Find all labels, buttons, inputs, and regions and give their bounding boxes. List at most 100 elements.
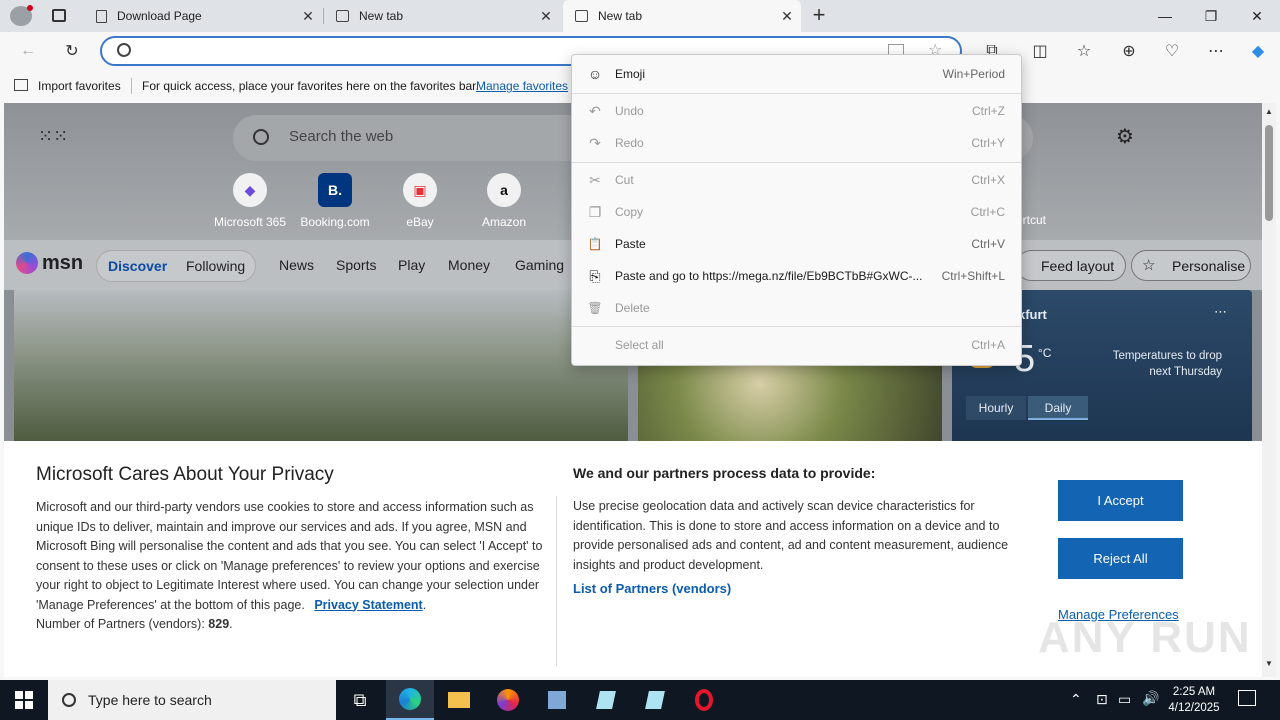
- notification-center-icon[interactable]: [1238, 690, 1256, 706]
- tab-close-icon[interactable]: ✕: [773, 8, 801, 25]
- nav-money[interactable]: Money: [448, 257, 490, 273]
- back-icon[interactable]: ←: [14, 38, 42, 64]
- menu-item-shortcut: Ctrl+C: [970, 205, 1005, 219]
- tab-download-page[interactable]: Download Page ✕: [84, 0, 322, 32]
- tab-actions-icon[interactable]: [52, 9, 66, 22]
- page-icon: [96, 9, 107, 23]
- anyrun-watermark: ANY RUN: [1038, 613, 1252, 662]
- menu-item-copy[interactable]: ❐ Copy Ctrl+C: [572, 197, 1021, 227]
- tab-close-icon[interactable]: ✕: [294, 8, 322, 25]
- settings-gear-icon[interactable]: ⚙: [1116, 124, 1134, 149]
- restore-button[interactable]: ❐: [1188, 0, 1234, 32]
- favorites-separator: [131, 78, 132, 94]
- notepad-icon-2[interactable]: [631, 680, 679, 720]
- copy-icon: ❐: [588, 203, 602, 220]
- nav-sports[interactable]: Sports: [336, 257, 376, 273]
- tab-discover[interactable]: Discover: [108, 258, 167, 274]
- menu-item-emoji[interactable]: ☺ Emoji Win+Period: [572, 59, 1021, 89]
- weather-tab-daily[interactable]: Daily: [1028, 396, 1088, 420]
- msn-logo[interactable]: msn: [42, 252, 83, 275]
- task-view-icon[interactable]: ⧉: [336, 680, 384, 720]
- nav-play[interactable]: Play: [398, 257, 425, 273]
- taskbar: Type here to search ⧉ ⌃ ⊡ ▭ 🔊 2:25 AM 4/…: [0, 680, 1280, 720]
- nav-gaming[interactable]: Gaming: [515, 257, 564, 273]
- tab-following[interactable]: Following: [186, 258, 245, 274]
- manage-favorites-link[interactable]: Manage favorites: [476, 79, 568, 93]
- weather-more-icon[interactable]: ⋯: [1214, 304, 1227, 320]
- menu-item-redo[interactable]: ↷ Redo Ctrl+Y: [572, 128, 1021, 158]
- more-menu-icon[interactable]: ⋯: [1202, 38, 1230, 64]
- reject-all-button[interactable]: Reject All: [1058, 538, 1183, 579]
- privacy-body-text: Microsoft and our third-party vendors us…: [36, 500, 543, 612]
- windows-start-icon[interactable]: [0, 680, 48, 720]
- apps-grid-icon[interactable]: ⁙⁙: [38, 127, 68, 147]
- partners-title: We and our partners process data to prov…: [573, 465, 876, 481]
- quick-link-ebay[interactable]: ▣ eBay: [380, 173, 460, 229]
- taskbar-search-box[interactable]: Type here to search: [48, 680, 336, 720]
- menu-item-select-all[interactable]: Select all Ctrl+A: [572, 330, 1021, 360]
- quick-link-amazon[interactable]: a Amazon: [464, 173, 544, 229]
- favorites-hint: For quick access, place your favorites h…: [142, 79, 479, 93]
- menu-item-paste[interactable]: 📋 Paste Ctrl+V: [572, 229, 1021, 259]
- copilot-icon[interactable]: ◆: [1244, 38, 1272, 64]
- web-search-placeholder: Search the web: [289, 128, 394, 145]
- tab-new-tab-1[interactable]: New tab ✕: [324, 0, 560, 32]
- firefox-icon[interactable]: [484, 680, 532, 720]
- split-screen-icon[interactable]: ◫: [1026, 38, 1054, 64]
- paste-icon: 📋: [587, 237, 603, 251]
- app-installer-icon[interactable]: [533, 680, 581, 720]
- favorites-icon[interactable]: ☆: [1070, 38, 1098, 64]
- import-favorites-button[interactable]: Import favorites: [38, 79, 121, 93]
- accept-button[interactable]: I Accept: [1058, 480, 1183, 521]
- network-icon[interactable]: ▭: [1118, 691, 1131, 708]
- tab-title: New tab: [598, 9, 643, 23]
- list-of-partners-link[interactable]: List of Partners (vendors): [573, 581, 731, 596]
- tab-close-icon[interactable]: ✕: [532, 8, 560, 25]
- close-window-button[interactable]: ✕: [1234, 0, 1280, 32]
- quick-link-label: Amazon: [481, 215, 527, 229]
- menu-item-label: Cut: [615, 173, 634, 187]
- opera-icon[interactable]: [680, 680, 728, 720]
- hero-image-garden[interactable]: [14, 290, 628, 444]
- personalise-button[interactable]: ☆ Personalise: [1131, 250, 1251, 281]
- tab-new-tab-active[interactable]: New tab ✕: [563, 0, 801, 32]
- quick-link-microsoft365[interactable]: ◆ Microsoft 365: [210, 173, 290, 229]
- taskbar-clock[interactable]: 2:25 AM 4/12/2025: [1166, 684, 1222, 716]
- minimize-button[interactable]: —: [1142, 0, 1188, 32]
- menu-item-cut[interactable]: ✂ Cut Ctrl+X: [572, 165, 1021, 195]
- weather-location[interactable]: kfurt: [1018, 307, 1047, 322]
- menu-item-label: Delete: [615, 301, 650, 315]
- new-tab-button[interactable]: +: [808, 3, 830, 27]
- collections-icon[interactable]: ⊕: [1115, 38, 1143, 64]
- search-icon: [117, 43, 131, 57]
- file-explorer-icon[interactable]: [435, 680, 483, 720]
- menu-item-shortcut: Ctrl+Z: [972, 104, 1005, 118]
- notepad-icon[interactable]: [582, 680, 630, 720]
- refresh-icon[interactable]: ↻: [58, 38, 86, 64]
- quick-link-booking[interactable]: B. Booking.com: [295, 173, 375, 229]
- import-favorites-icon: [14, 79, 28, 91]
- menu-item-delete[interactable]: 🗑 Delete: [572, 293, 1021, 323]
- delete-icon: 🗑: [587, 301, 603, 315]
- scroll-thumb[interactable]: [1265, 125, 1273, 221]
- scroll-down-arrow[interactable]: ▼: [1265, 659, 1273, 668]
- scroll-up-arrow[interactable]: ▲: [1265, 107, 1273, 116]
- tab-title: Download Page: [117, 9, 202, 23]
- show-hidden-icons[interactable]: ⌃: [1070, 691, 1082, 708]
- edge-taskbar-icon[interactable]: [386, 680, 434, 720]
- volume-icon[interactable]: 🔊: [1142, 690, 1159, 707]
- nav-news[interactable]: News: [279, 257, 314, 273]
- privacy-statement-link[interactable]: Privacy Statement: [314, 598, 422, 612]
- weather-tab-hourly[interactable]: Hourly: [966, 396, 1026, 420]
- clock-time: 2:25 AM: [1172, 686, 1216, 698]
- menu-item-label: Paste and go to https://mega.nz/file/Eb9…: [615, 269, 923, 283]
- quick-link-label: Booking.com: [300, 215, 370, 229]
- menu-item-paste-and-go[interactable]: ⎘ Paste and go to https://mega.nz/file/E…: [572, 261, 1021, 291]
- menu-item-shortcut: Ctrl+V: [971, 237, 1005, 251]
- performance-icon[interactable]: ♡: [1158, 38, 1186, 64]
- people-icon[interactable]: ⊡: [1096, 691, 1108, 708]
- feed-layout-button[interactable]: Feed layout: [1016, 250, 1126, 281]
- menu-item-shortcut: Ctrl+Y: [971, 136, 1005, 150]
- menu-item-undo[interactable]: ↶ Undo Ctrl+Z: [572, 96, 1021, 126]
- page-scrollbar[interactable]: ▲ ▼: [1262, 103, 1276, 677]
